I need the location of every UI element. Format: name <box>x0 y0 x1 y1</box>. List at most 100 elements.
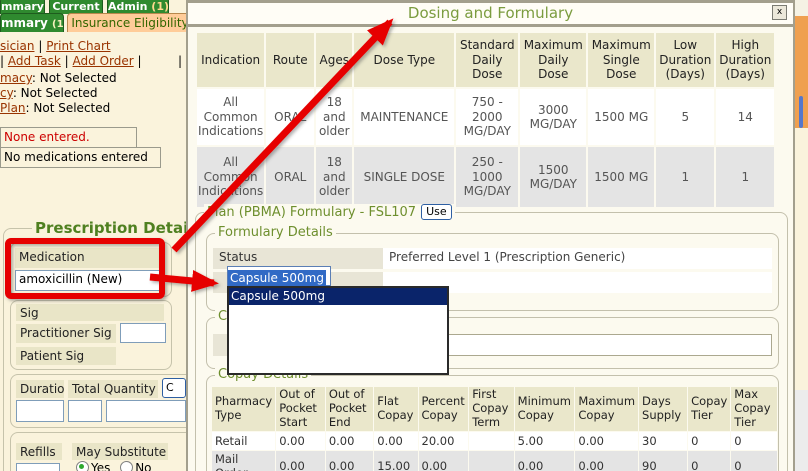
dosing-row[interactable]: All Common Indications ORAL 18 and older… <box>197 89 774 145</box>
policy-line: cy: Not Selected <box>0 86 98 100</box>
screen: { "left": { "tab_summary1": "mmary", "ta… <box>0 0 808 471</box>
pharmacy-line: macy: Not Selected <box>0 71 117 85</box>
no-medications-box: No medications entered <box>0 147 161 168</box>
combobox-selected-text: Capsule 500mg <box>228 270 326 286</box>
tab-current[interactable]: Current <box>49 0 103 14</box>
table-cell: 0.00 <box>419 451 469 471</box>
copay-row: Mail Order 0.00 0.00 15.00 0.00 0.00 0.0… <box>212 451 777 471</box>
left-panel: mmary Current Admin (1) mmary (1) Insura… <box>0 0 186 471</box>
table-cell: 1500 MG <box>588 89 654 145</box>
table-cell: ORAL <box>266 89 314 145</box>
dialog-title: Dosing and Formulary <box>188 3 793 24</box>
use-button[interactable]: Use <box>421 204 452 220</box>
table-cell: 1500 MG <box>588 147 654 207</box>
sig-header: Sig <box>16 304 164 321</box>
tab-insurance-eligibility[interactable]: Insurance Eligibility <box>67 13 193 32</box>
plan-link[interactable]: Plan <box>0 101 26 115</box>
table-cell: 0.00 <box>575 451 638 471</box>
chart-links-line1: sician | Print Chart <box>0 39 111 53</box>
none-entered-box: None entered. <box>0 127 137 148</box>
tab-summary[interactable]: mmary (1) <box>0 13 64 32</box>
total-quantity-input[interactable] <box>68 400 102 422</box>
table-cell: 0 <box>731 432 777 450</box>
column-header: Maximum Copay <box>575 387 638 431</box>
tab-admin[interactable]: Admin (1) <box>107 0 169 14</box>
refills-label: Refills <box>16 443 62 460</box>
page-edge-gray <box>795 390 808 471</box>
table-cell: 1 <box>716 147 774 207</box>
prescription-details-heading: Prescription Detail <box>32 219 196 237</box>
policy-value: : Not Selected <box>13 86 98 100</box>
add-order-link[interactable]: Add Order <box>73 54 134 68</box>
duration-input[interactable] <box>16 400 64 422</box>
page-edge-top <box>795 0 808 16</box>
page-edge-cream <box>795 128 808 390</box>
table-cell <box>469 451 513 471</box>
table-cell: 15.00 <box>374 451 417 471</box>
plan-value: : Not Selected <box>26 101 111 115</box>
tab-summary-top[interactable]: mmary <box>0 0 45 14</box>
tab-label: Insurance Eligibility <box>71 16 188 30</box>
column-header: First Copay Term <box>469 387 513 431</box>
table-cell: SINGLE DOSE <box>354 147 454 207</box>
table-cell: Mail Order <box>212 451 275 471</box>
table-cell: 18 and older <box>316 147 352 207</box>
formulation-combobox[interactable]: Capsule 500mg <box>227 266 331 286</box>
dropdown-item[interactable]: Capsule 500mg <box>229 288 447 305</box>
tab-label: mmary <box>1 0 44 13</box>
column-header: Out of Pocket Start <box>276 387 325 431</box>
pharmacy-link[interactable]: macy <box>0 71 32 85</box>
no-radio[interactable] <box>120 461 133 471</box>
column-header: Route <box>266 33 314 87</box>
column-header: Low Duration (Days) <box>656 33 714 87</box>
table-cell: 90 <box>639 451 687 471</box>
duration-label: Duration <box>16 380 64 398</box>
yes-radio-label: Yes <box>91 461 110 471</box>
column-header: Copay Tier <box>688 387 730 431</box>
physician-link[interactable]: sician <box>0 39 34 53</box>
column-header: Maximum Single Dose <box>588 33 654 87</box>
table-cell: 0.00 <box>276 432 325 450</box>
policy-link[interactable]: cy <box>0 86 13 100</box>
close-icon[interactable]: x <box>772 5 787 20</box>
chart-links-line2: | Add Task | Add Order | <box>0 54 142 68</box>
plan-formulary-title: Plan (PBMA) Formulary - FSL107 <box>207 205 416 220</box>
pharmacy-value: : Not Selected <box>32 71 117 85</box>
calc-button[interactable]: C <box>162 378 186 398</box>
table-cell: 0.00 <box>276 451 325 471</box>
column-header: Indication <box>197 33 264 87</box>
tab-label: Current <box>52 0 99 13</box>
table-cell: 750 - 2000 MG/DAY <box>456 89 518 145</box>
tab-summary-badge: (1) <box>52 19 64 30</box>
total-quantity-label: Total Quantity <box>68 380 158 398</box>
quantity-unit-input[interactable] <box>106 400 186 422</box>
table-cell: 0.00 <box>515 451 575 471</box>
table-cell: All Common Indications <box>197 89 264 145</box>
table-cell: 30 <box>639 432 687 450</box>
formulary-details-legend: Formulary Details <box>215 225 336 240</box>
column-header: Standard Daily Dose <box>456 33 518 87</box>
separator: | <box>138 54 142 68</box>
column-header: Dose Type <box>354 33 454 87</box>
refills-input[interactable] <box>16 463 60 471</box>
separator: | <box>0 54 4 68</box>
print-chart-link[interactable]: Print Chart <box>46 39 110 53</box>
dosing-row[interactable]: All Common Indications ORAL 18 and older… <box>197 147 774 207</box>
table-cell <box>469 432 513 450</box>
column-header: Out of Pocket End <box>326 387 373 431</box>
copay-table: Pharmacy Type Out of Pocket Start Out of… <box>211 386 778 471</box>
scrollbar-thumb[interactable] <box>799 96 803 128</box>
medication-input[interactable]: amoxicillin (New) <box>15 270 165 291</box>
tab-label: mmary <box>1 16 48 30</box>
plan-line: Plan: Not Selected <box>0 101 110 115</box>
add-task-link[interactable]: Add Task <box>8 54 61 68</box>
practitioner-sig-input[interactable] <box>120 323 166 343</box>
yes-radio[interactable] <box>76 461 89 471</box>
column-header: Percent Copay <box>419 387 469 431</box>
formulation-dropdown-list[interactable]: Capsule 500mg <box>227 286 449 375</box>
no-radio-label: No <box>135 461 151 471</box>
table-cell: 0.00 <box>326 432 373 450</box>
table-cell: 3000 MG/DAY <box>520 89 586 145</box>
plan-formulary-legend: Plan (PBMA) Formulary - FSL107 Use <box>204 204 455 220</box>
separator: | <box>38 39 42 53</box>
